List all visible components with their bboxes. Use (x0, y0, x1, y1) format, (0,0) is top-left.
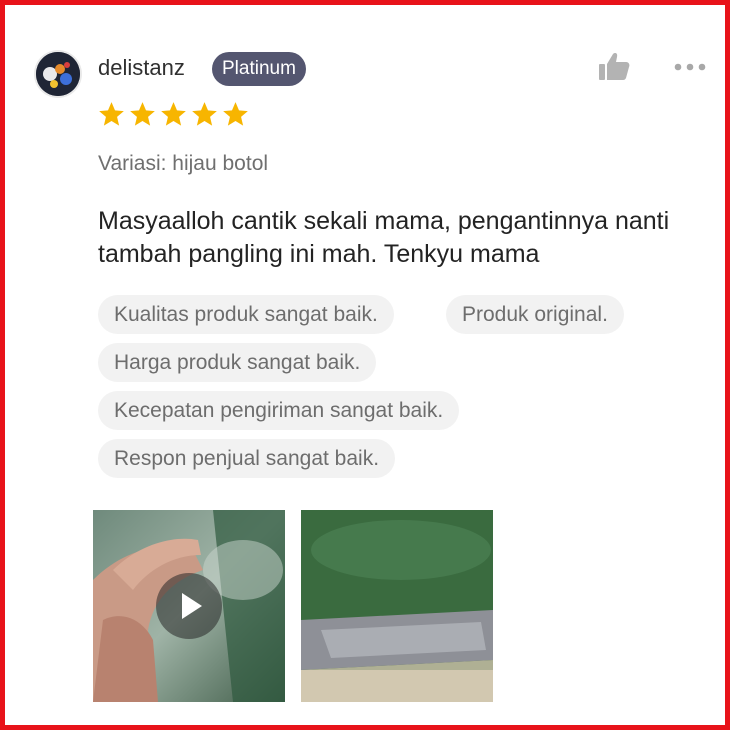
star-icon (223, 102, 248, 126)
video-thumbnail[interactable] (93, 510, 285, 702)
avatar[interactable] (36, 52, 80, 96)
star-icon (192, 102, 217, 126)
tag-chip: Produk original. (446, 295, 624, 334)
more-dots-icon[interactable] (671, 55, 709, 79)
star-icon (161, 102, 186, 126)
username[interactable]: delistanz (98, 55, 185, 81)
star-icon (130, 102, 155, 126)
star-icon (99, 102, 124, 126)
tag-chip: Kecepatan pengiriman sangat baik. (98, 391, 460, 430)
play-icon[interactable] (156, 573, 222, 639)
tag-chip: Respon penjual sangat baik. (98, 439, 396, 478)
tag-chip: Harga produk sangat baik. (98, 343, 377, 382)
review-text: Masyaalloh cantik sekali mama, pengantin… (98, 207, 670, 268)
variant-label: Variasi: hijau botol (98, 152, 269, 175)
review-card: delistanz Platinum Variasi: hijau botol … (0, 0, 730, 730)
thumbs-up-icon[interactable] (597, 51, 631, 83)
membership-badge: Platinum (212, 52, 306, 86)
photo-thumbnail[interactable] (301, 510, 493, 702)
tag-chip: Kualitas produk sangat baik. (98, 295, 394, 334)
star-rating (97, 100, 250, 129)
